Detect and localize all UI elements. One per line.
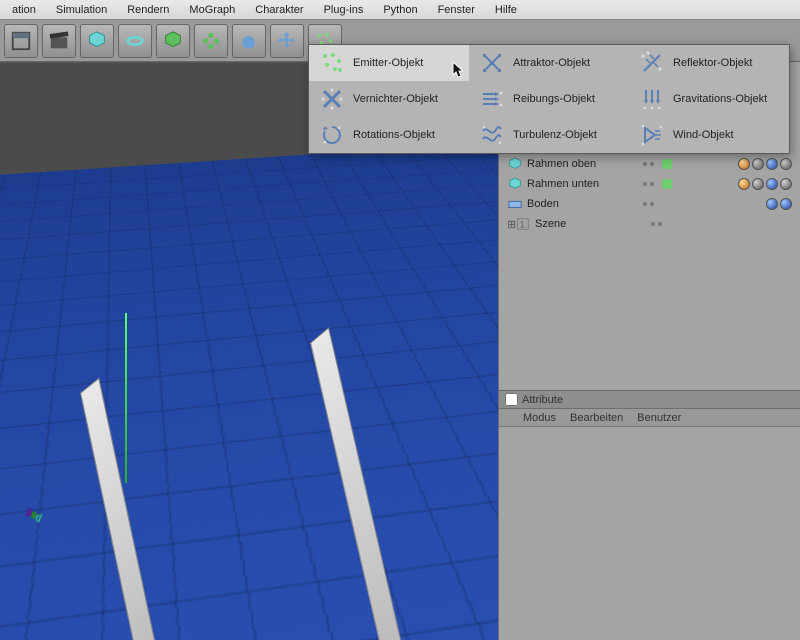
flyout-label: Reflektor-Objekt (673, 57, 752, 69)
tool-arrows-icon[interactable] (270, 24, 304, 58)
menu-item[interactable]: Plug-ins (316, 2, 372, 18)
tool-greencube-icon[interactable] (156, 24, 190, 58)
enable-toggle[interactable] (662, 179, 672, 189)
flyout-item-gravity[interactable]: Gravitations-Objekt (629, 81, 789, 117)
attractor-icon (479, 50, 505, 76)
object-row[interactable]: Boden (499, 194, 800, 214)
tool-taurus-icon[interactable] (118, 24, 152, 58)
menu-item[interactable]: Python (375, 2, 425, 18)
menu-item[interactable]: Hilfe (487, 2, 525, 18)
scene-icon: 1 (515, 216, 531, 232)
reflector-icon (639, 50, 665, 76)
object-row[interactable]: Rahmen unten (499, 174, 800, 194)
floor-icon (507, 196, 523, 212)
menu-item[interactable]: MoGraph (181, 2, 243, 18)
expand-icon[interactable]: ⊞ (507, 218, 515, 231)
cube-icon (507, 176, 523, 192)
menu-item[interactable]: Charakter (247, 2, 311, 18)
flyout-item-reflector[interactable]: Reflektor-Objekt (629, 45, 789, 81)
menu-item[interactable]: Rendern (119, 2, 177, 18)
flyout-item-rotation[interactable]: Rotations-Objekt (309, 117, 469, 153)
tool-blob-icon[interactable] (232, 24, 266, 58)
attr-tab[interactable]: Benutzer (637, 412, 681, 424)
attr-tab[interactable]: Bearbeiten (570, 412, 623, 424)
flyout-item-turbulence[interactable]: Turbulenz-Objekt (469, 117, 629, 153)
rotation-icon (319, 122, 345, 148)
flyout-item-friction[interactable]: Reibungs-Objekt (469, 81, 629, 117)
attribute-header: Attribute (499, 391, 800, 409)
enable-toggle[interactable] (662, 159, 672, 169)
mouse-cursor (452, 61, 466, 82)
flyout-label: Wind-Objekt (673, 129, 734, 141)
gravity-icon (639, 86, 665, 112)
object-label: Rahmen unten (527, 178, 637, 190)
flyout-label: Gravitations-Objekt (673, 93, 767, 105)
menu-item[interactable]: Fenster (430, 2, 483, 18)
attr-checkbox[interactable] (505, 393, 518, 406)
object-row[interactable]: ⊞ 1 Szene (499, 214, 800, 234)
menu-item[interactable]: ation (4, 2, 44, 18)
destructor-icon (319, 86, 345, 112)
object-label: Szene (535, 218, 645, 230)
flyout-item-wind[interactable]: Wind-Objekt (629, 117, 789, 153)
tool-button[interactable] (4, 24, 38, 58)
object-label: Rahmen oben (527, 158, 637, 170)
friction-icon (479, 86, 505, 112)
svg-text:1: 1 (520, 220, 525, 231)
flyout-item-attractor[interactable]: Attraktor-Objekt (469, 45, 629, 81)
flyout-label: Vernichter-Objekt (353, 93, 438, 105)
flyout-item-destructor[interactable]: Vernichter-Objekt (309, 81, 469, 117)
tool-clapper-icon[interactable] (42, 24, 76, 58)
cube-icon (507, 156, 523, 172)
menu-item[interactable]: Simulation (48, 2, 115, 18)
menu-bar: ation Simulation Rendern MoGraph Charakt… (0, 0, 800, 20)
particle-objects-flyout: Emitter-Objekt Attraktor-Objekt Reflektor-… (308, 44, 790, 154)
flyout-label: Turbulenz-Objekt (513, 129, 597, 141)
object-row[interactable]: Rahmen oben (499, 154, 800, 174)
tool-cube-icon[interactable] (80, 24, 114, 58)
flyout-label: Attraktor-Objekt (513, 57, 590, 69)
object-label: Boden (527, 198, 637, 210)
attribute-manager: Attribute Modus Bearbeiten Benutzer (499, 390, 800, 627)
turbulence-icon (479, 122, 505, 148)
flyout-label: Reibungs-Objekt (513, 93, 595, 105)
axis-y (125, 313, 127, 483)
attribute-tabs: Modus Bearbeiten Benutzer (499, 409, 800, 427)
tool-array-icon[interactable] (194, 24, 228, 58)
floor-plane (0, 126, 498, 640)
flyout-label: Rotations-Objekt (353, 129, 435, 141)
wind-icon (639, 122, 665, 148)
flyout-item-emitter[interactable]: Emitter-Objekt (309, 45, 469, 81)
flyout-label: Emitter-Objekt (353, 57, 423, 69)
emitter-icon (319, 50, 345, 76)
attribute-body (499, 427, 800, 627)
attr-tab[interactable]: Modus (523, 412, 556, 424)
